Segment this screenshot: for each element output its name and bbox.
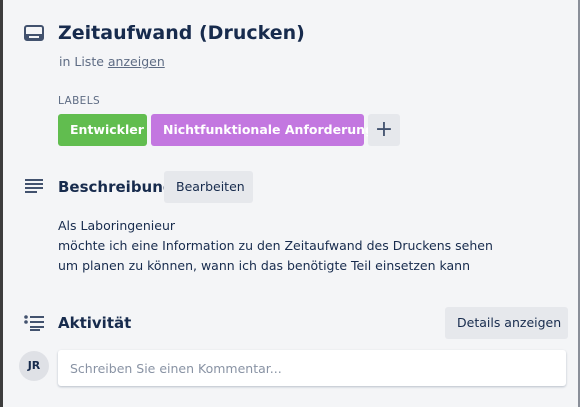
activity-list-icon	[24, 315, 44, 331]
description-text[interactable]: Als Laboringenieur möchte ich eine Infor…	[58, 216, 493, 276]
list-link[interactable]: anzeigen	[108, 54, 165, 69]
window-left-edge	[0, 0, 3, 407]
description-line: Als Laboringenieur	[58, 218, 176, 233]
add-label-button[interactable]: +	[368, 114, 400, 146]
label-entwickler[interactable]: Entwickler	[58, 114, 147, 146]
list-info: in Liste anzeigen	[59, 54, 165, 69]
card-title[interactable]: Zeitaufwand (Drucken)	[58, 22, 305, 44]
plus-icon: +	[374, 117, 394, 142]
labels-heading: LABELS	[58, 95, 101, 107]
label-nichtfunktionale-anforderung[interactable]: Nichtfunktionale Anforderung	[151, 114, 374, 146]
description-title: Beschreibung	[58, 178, 174, 196]
avatar[interactable]: JR	[19, 351, 49, 381]
description-line: möchte ich eine Information zu den Zeita…	[58, 238, 493, 253]
show-details-button[interactable]: Details anzeigen	[445, 307, 568, 339]
edit-description-button[interactable]: Bearbeiten	[164, 171, 253, 203]
comment-input[interactable]	[58, 350, 566, 386]
description-line: um planen zu können, wann ich das benöti…	[58, 258, 471, 273]
activity-title: Aktivität	[58, 314, 132, 332]
description-lines-icon	[25, 179, 43, 193]
list-prefix: in Liste	[59, 54, 108, 69]
card-icon	[24, 25, 44, 41]
